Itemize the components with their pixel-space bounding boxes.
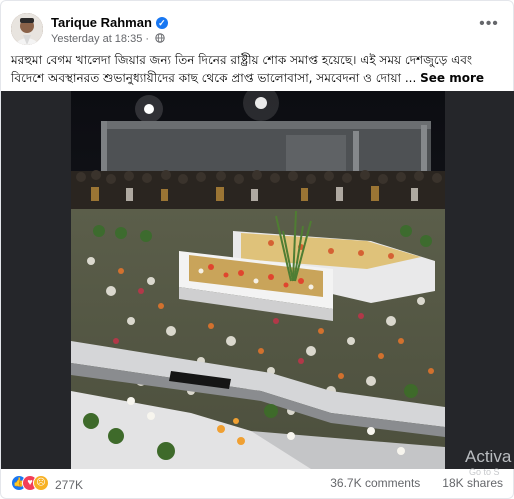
sad-icon: ☹: [33, 475, 49, 491]
post-footer: 👍 ♥ ☹ 277K 36.7K comments 18K shares: [11, 473, 505, 495]
globe-icon: [155, 33, 165, 43]
post-timestamp[interactable]: Yesterday at 18:35: [51, 33, 142, 45]
more-options-button[interactable]: •••: [477, 15, 501, 37]
more-horizontal-icon: •••: [479, 15, 499, 32]
post-meta: Yesterday at 18:35 ·: [51, 33, 165, 45]
author-name[interactable]: Tarique Rahman ✓: [51, 15, 168, 30]
see-more-link[interactable]: See more: [420, 71, 484, 85]
reaction-count[interactable]: 277K: [55, 478, 83, 492]
activation-watermark: Activa: [465, 447, 512, 466]
post-stats: 36.7K comments 18K shares: [308, 476, 503, 490]
post-card: Tarique Rahman ✓ Yesterday at 18:35 · •••…: [0, 0, 514, 499]
shares-count[interactable]: 18K shares: [442, 476, 503, 490]
post-caption: মরহুমা বেগম খালেদা জিয়ার জন্য তিন দিনের…: [11, 51, 503, 87]
avatar-image: [11, 13, 43, 45]
post-media[interactable]: [1, 91, 514, 469]
memorial-photo: [71, 91, 445, 469]
author-name-text[interactable]: Tarique Rahman: [51, 15, 152, 30]
verified-badge-icon: ✓: [155, 17, 168, 29]
comments-count[interactable]: 36.7K comments: [330, 476, 420, 490]
caption-text: মরহুমা বেগম খালেদা জিয়ার জন্য তিন দিনের…: [11, 53, 473, 85]
post-header: Tarique Rahman ✓ Yesterday at 18:35 · •••: [11, 13, 505, 53]
post-photo[interactable]: [71, 91, 445, 469]
author-avatar[interactable]: [11, 13, 43, 45]
